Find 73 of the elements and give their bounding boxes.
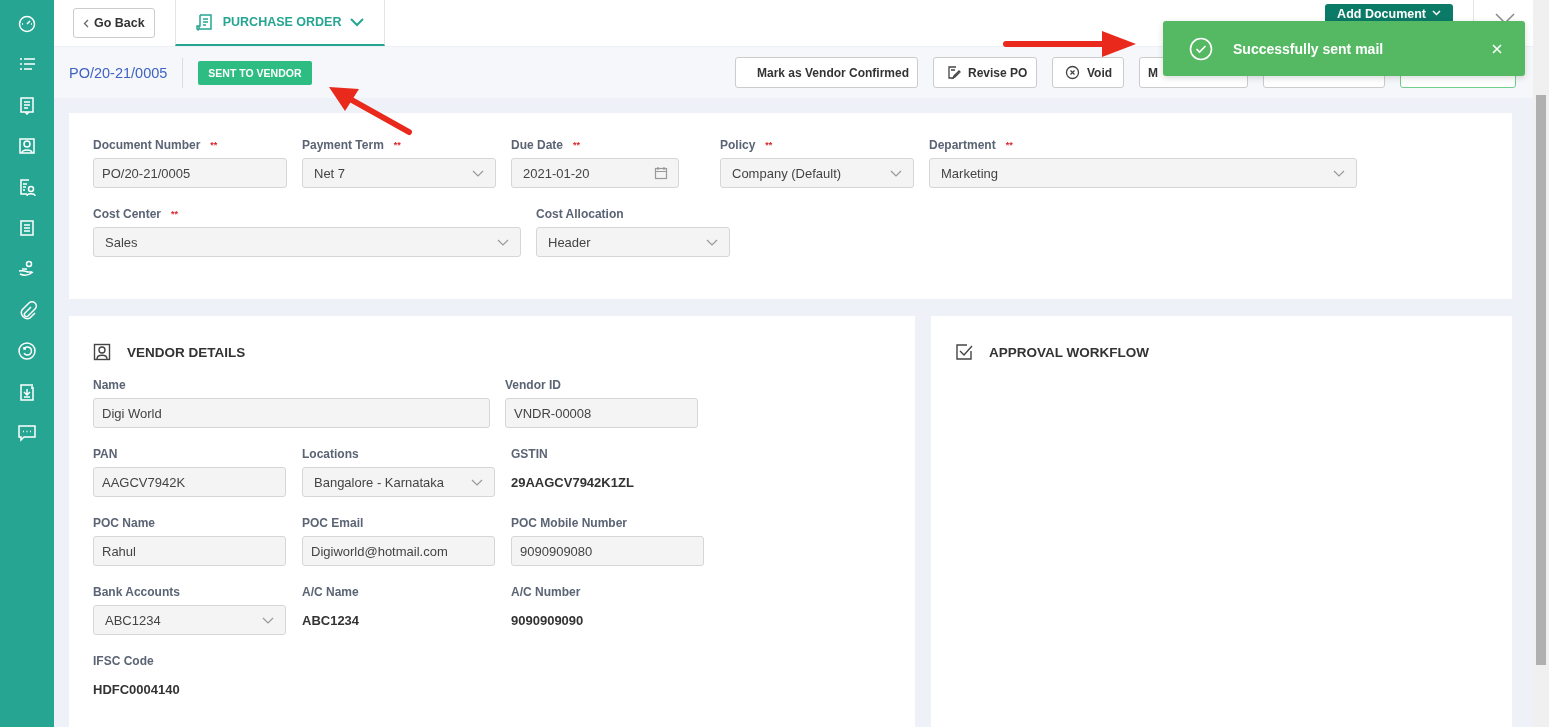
doc-icon[interactable] — [17, 95, 37, 115]
input-field[interactable]: 9090909080 — [511, 536, 704, 566]
field-label: POC Name — [93, 515, 156, 530]
form-icon[interactable] — [17, 218, 37, 238]
field-label: POC Mobile Number — [511, 515, 627, 530]
contact-icon — [93, 343, 111, 361]
required-mark: ** — [1005, 139, 1013, 150]
people-doc-icon[interactable] — [17, 177, 37, 197]
edit-document-icon — [946, 65, 961, 80]
dropdown[interactable]: Net 7 — [302, 158, 496, 188]
field-label: Locations — [302, 446, 359, 461]
dropdown[interactable]: Sales — [93, 227, 521, 257]
field-label: Bank Accounts — [93, 584, 180, 599]
dropdown[interactable]: Company (Default) — [720, 158, 914, 188]
dropdown[interactable]: Header — [536, 227, 730, 257]
action-button[interactable]: Mark as Vendor Confirmed — [735, 57, 918, 88]
field-value: 29AAGCV7942K1ZL — [511, 473, 635, 492]
date-field[interactable]: 2021-01-20 — [511, 158, 679, 188]
chevron-down-icon — [1432, 10, 1441, 16]
field-label: PAN — [93, 446, 118, 461]
field-label: Name — [93, 377, 126, 392]
required-mark: ** — [393, 139, 401, 150]
input-field[interactable]: Digiworld@hotmail.com — [302, 536, 495, 566]
cycle-icon[interactable] — [17, 341, 37, 361]
field-label: Vendor ID — [505, 377, 561, 392]
section-title: VENDOR DETAILS — [127, 344, 246, 360]
receipt-icon — [195, 13, 214, 31]
back-button[interactable]: Go Back — [73, 8, 155, 38]
field-label: Cost Center — [93, 206, 161, 221]
toast-message: Successfully sent mail — [1233, 40, 1385, 57]
required-mark: ** — [573, 139, 581, 150]
field-value: 9090909090 — [511, 611, 585, 630]
input-field[interactable]: VNDR-00008 — [505, 398, 698, 428]
document-number: PO/20-21/0005 — [69, 64, 168, 81]
field-label: Payment Term — [302, 137, 384, 152]
required-mark: ** — [210, 139, 218, 150]
input-field[interactable]: AAGCV7942K — [93, 467, 286, 497]
field-label: Due Date — [511, 137, 563, 152]
chevron-down-icon — [350, 17, 365, 27]
calendar-icon[interactable] — [654, 166, 668, 180]
contact-icon[interactable] — [17, 136, 37, 156]
required-mark: ** — [765, 139, 773, 150]
download-icon[interactable] — [17, 382, 37, 402]
cancel-circle-icon — [1065, 65, 1080, 80]
chat-icon[interactable] — [17, 423, 37, 443]
checkbox-icon — [955, 343, 973, 361]
dropdown[interactable]: Bangalore - Karnataka — [302, 467, 495, 497]
required-mark: ** — [171, 208, 179, 219]
input-field[interactable]: Digi World — [93, 398, 490, 428]
field-label: IFSC Code — [93, 653, 154, 668]
check-circle-icon — [1189, 36, 1213, 61]
field-label: Document Number — [93, 137, 201, 152]
dropdown[interactable]: ABC1234 — [93, 605, 286, 635]
action-button[interactable]: Revise PO — [933, 57, 1037, 88]
field-label: Department — [929, 137, 996, 152]
field-label: Cost Allocation — [536, 206, 624, 221]
action-button[interactable]: Void — [1052, 57, 1124, 88]
field-value: ABC1234 — [302, 611, 361, 630]
chevron-left-icon — [83, 18, 89, 28]
field-label: A/C Name — [302, 584, 359, 599]
field-label: Policy — [720, 137, 756, 152]
field-label: A/C Number — [511, 584, 581, 599]
dropdown[interactable]: Marketing — [929, 158, 1357, 188]
status-badge: SENT TO VENDOR — [198, 60, 312, 85]
scrollbar[interactable] — [1533, 0, 1549, 727]
section-title: APPROVAL WORKFLOW — [989, 344, 1149, 360]
gauge-icon[interactable] — [17, 13, 37, 33]
field-label: POC Email — [302, 515, 364, 530]
field-value: HDFC0004140 — [93, 680, 181, 699]
field-label: GSTIN — [511, 446, 548, 461]
input-field[interactable]: Rahul — [93, 536, 286, 566]
close-icon[interactable] — [1491, 42, 1503, 55]
input-field[interactable]: PO/20-21/0005 — [93, 158, 287, 188]
